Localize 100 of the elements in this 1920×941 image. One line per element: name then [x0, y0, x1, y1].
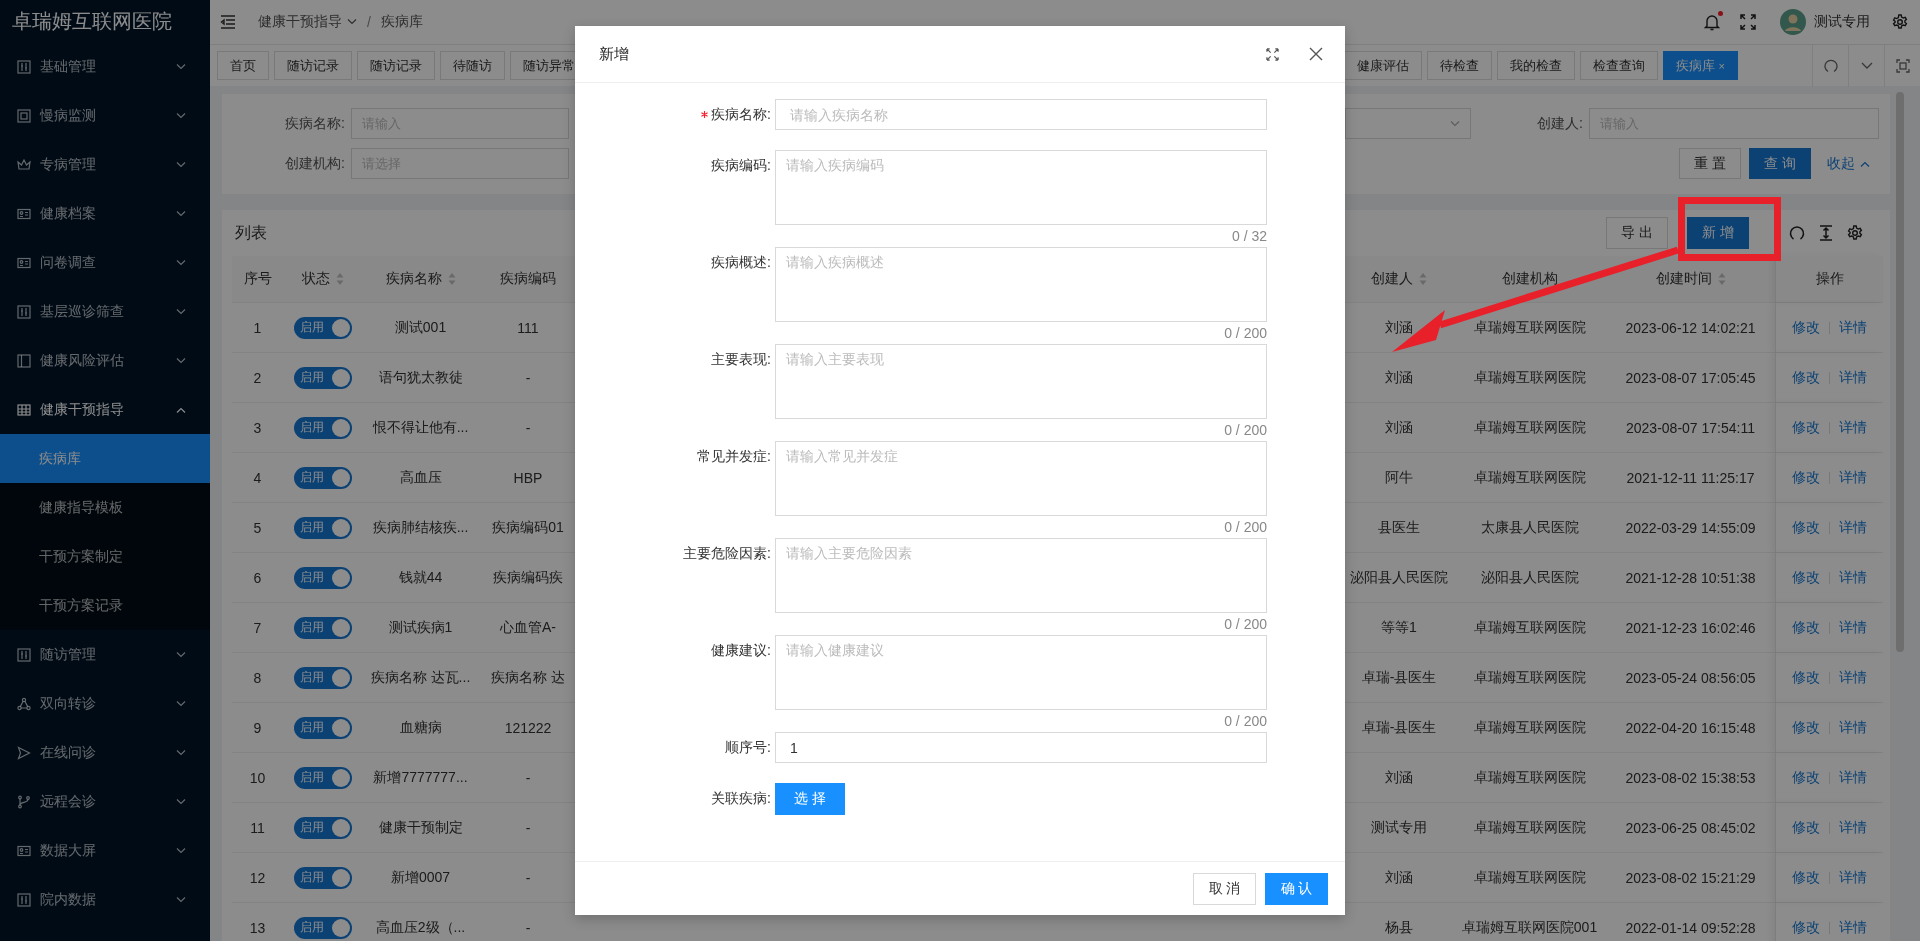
- action-link[interactable]: 详情: [1839, 468, 1867, 487]
- sidebar-item[interactable]: 基础管理: [0, 42, 210, 91]
- reset-button[interactable]: 重 置: [1679, 148, 1742, 179]
- row-height-icon[interactable]: [1819, 225, 1833, 241]
- sidebar-item[interactable]: 数据大屏: [0, 826, 210, 875]
- fullscreen-icon[interactable]: [1740, 14, 1756, 30]
- status-switch[interactable]: 启用: [294, 866, 352, 889]
- select-button[interactable]: 选 择: [775, 783, 845, 815]
- collapse-link[interactable]: 收起: [1827, 154, 1870, 173]
- sidebar-item[interactable]: 远程会诊: [0, 777, 210, 826]
- sidebar-item[interactable]: 健康档案: [0, 189, 210, 238]
- close-icon[interactable]: [1309, 47, 1323, 61]
- bell-icon[interactable]: [1704, 13, 1720, 31]
- select-field[interactable]: [1345, 108, 1472, 139]
- sidebar-item[interactable]: 慢病监测: [0, 91, 210, 140]
- textarea-field[interactable]: 请输入主要表现: [775, 344, 1267, 419]
- chevron-down-icon[interactable]: [1860, 62, 1873, 69]
- action-link[interactable]: 修改: [1792, 718, 1820, 737]
- sidebar-item[interactable]: 专病管理: [0, 140, 210, 189]
- column-header[interactable]: 疾病编码: [478, 256, 578, 302]
- action-link[interactable]: 详情: [1839, 618, 1867, 637]
- add-button[interactable]: 新 增: [1687, 217, 1749, 249]
- column-header[interactable]: 创建人: [1345, 256, 1453, 302]
- column-header[interactable]: 创建机构: [1453, 256, 1606, 302]
- status-switch[interactable]: 启用: [294, 716, 352, 739]
- sidebar-subitem[interactable]: 干预方案记录: [0, 581, 210, 630]
- breadcrumb-item[interactable]: 疾病库: [380, 13, 423, 31]
- status-switch[interactable]: 启用: [294, 766, 352, 789]
- tab[interactable]: 随访记录: [274, 51, 352, 80]
- sidebar-item[interactable]: 问卷调查: [0, 238, 210, 287]
- status-switch[interactable]: 启用: [294, 516, 352, 539]
- action-link[interactable]: 修改: [1792, 918, 1820, 937]
- export-button[interactable]: 导 出: [1606, 217, 1669, 249]
- action-link[interactable]: 详情: [1839, 418, 1867, 437]
- tab[interactable]: 检查查询: [1579, 51, 1658, 80]
- action-link[interactable]: 修改: [1792, 768, 1820, 787]
- status-switch[interactable]: 启用: [294, 366, 352, 389]
- action-link[interactable]: 修改: [1792, 368, 1820, 387]
- status-switch[interactable]: 启用: [294, 566, 352, 589]
- action-link[interactable]: 修改: [1792, 318, 1820, 337]
- action-link[interactable]: 详情: [1839, 818, 1867, 837]
- textarea-field[interactable]: 请输入疾病概述: [775, 247, 1267, 322]
- tab[interactable]: 待随访: [440, 51, 505, 80]
- sidebar-subitem[interactable]: 健康指导模板: [0, 483, 210, 532]
- query-button[interactable]: 查 询: [1749, 148, 1811, 179]
- textarea-field[interactable]: 请输入健康建议: [775, 635, 1267, 710]
- status-switch[interactable]: 启用: [294, 816, 352, 839]
- action-link[interactable]: 详情: [1839, 518, 1867, 537]
- column-header[interactable]: 创建时间: [1606, 256, 1775, 302]
- sidebar-subitem[interactable]: 疾病库: [0, 434, 210, 483]
- action-link[interactable]: 详情: [1839, 668, 1867, 687]
- input-field[interactable]: 请输入疾病名称: [775, 99, 1267, 130]
- action-link[interactable]: 修改: [1792, 818, 1820, 837]
- status-switch[interactable]: 启用: [294, 416, 352, 439]
- action-link[interactable]: 修改: [1792, 568, 1820, 587]
- reload-icon[interactable]: [1823, 58, 1838, 73]
- input-field[interactable]: 1: [775, 732, 1267, 763]
- tab[interactable]: 待检查: [1426, 51, 1492, 80]
- column-header[interactable]: 疾病名称: [363, 256, 478, 302]
- action-link[interactable]: 详情: [1839, 918, 1867, 937]
- settings-icon[interactable]: [1847, 225, 1863, 241]
- action-link[interactable]: 详情: [1839, 368, 1867, 387]
- action-link[interactable]: 修改: [1792, 618, 1820, 637]
- tab[interactable]: 随访记录: [357, 51, 435, 80]
- action-link[interactable]: 修改: [1792, 418, 1820, 437]
- menu-fold-icon[interactable]: [220, 15, 236, 29]
- tab[interactable]: 疾病库 ×: [1662, 51, 1738, 80]
- sidebar-subitem[interactable]: 干预方案制定: [0, 532, 210, 581]
- column-header[interactable]: 序号: [232, 256, 283, 302]
- tab-close[interactable]: ×: [1718, 59, 1725, 72]
- action-link[interactable]: 详情: [1839, 868, 1867, 887]
- column-header[interactable]: 操作: [1775, 256, 1883, 302]
- action-link[interactable]: 修改: [1792, 668, 1820, 687]
- user-name[interactable]: 测试专用: [1814, 13, 1870, 31]
- fullscreen-icon[interactable]: [1266, 47, 1279, 61]
- action-link[interactable]: 详情: [1839, 718, 1867, 737]
- sidebar-item[interactable]: 院内数据: [0, 875, 210, 924]
- column-header[interactable]: 状态: [283, 256, 363, 302]
- scrollbar[interactable]: [1896, 92, 1904, 652]
- settings-icon[interactable]: [1892, 14, 1908, 30]
- breadcrumb-item[interactable]: 健康干预指导: [258, 13, 342, 31]
- tab[interactable]: 我的检查: [1496, 51, 1575, 80]
- status-switch[interactable]: 启用: [294, 916, 352, 939]
- action-link[interactable]: 详情: [1839, 568, 1867, 587]
- cancel-button[interactable]: 取 消: [1193, 872, 1256, 905]
- status-switch[interactable]: 启用: [294, 316, 352, 339]
- confirm-button[interactable]: 确 认: [1265, 872, 1328, 905]
- refresh-icon[interactable]: [1789, 225, 1805, 241]
- action-link[interactable]: 修改: [1792, 468, 1820, 487]
- tab[interactable]: 首页: [217, 51, 269, 80]
- action-link[interactable]: 修改: [1792, 868, 1820, 887]
- sidebar-item[interactable]: 双向转诊: [0, 679, 210, 728]
- status-switch[interactable]: 启用: [294, 616, 352, 639]
- status-switch[interactable]: 启用: [294, 466, 352, 489]
- action-link[interactable]: 详情: [1839, 768, 1867, 787]
- sidebar-item[interactable]: 随访管理: [0, 630, 210, 679]
- textarea-field[interactable]: 请输入疾病编码: [775, 150, 1267, 225]
- textarea-field[interactable]: 请输入主要危险因素: [775, 538, 1267, 613]
- sidebar-item[interactable]: 健康干预指导: [0, 385, 210, 434]
- maximize-icon[interactable]: [1895, 58, 1910, 73]
